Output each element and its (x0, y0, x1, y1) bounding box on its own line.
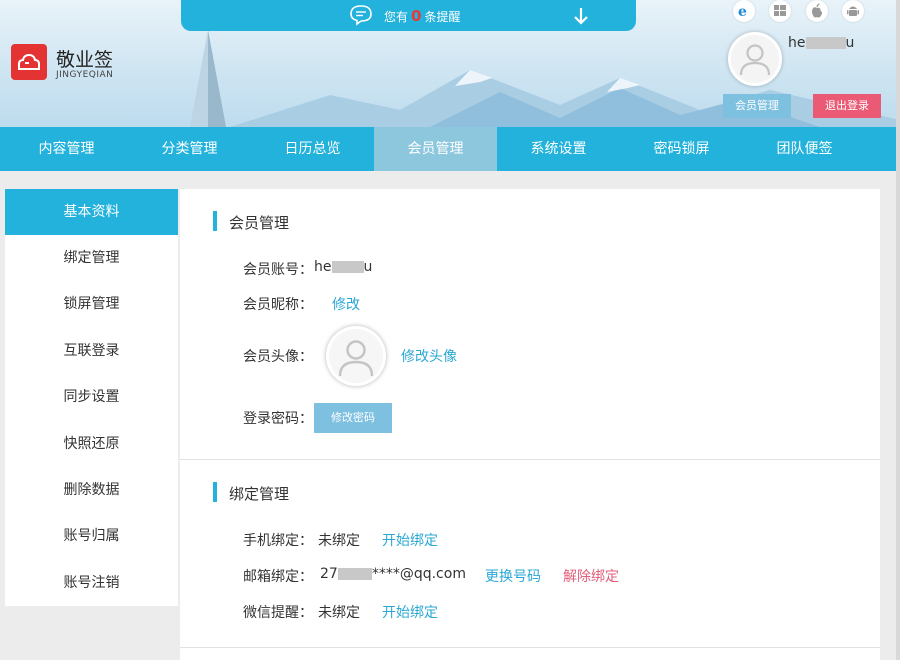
nav-item-lockscreen[interactable]: 密码锁屏 (620, 127, 743, 171)
member-section-title: 会员管理 (229, 214, 290, 232)
section-accent-bar (213, 482, 217, 502)
email-mask (337, 568, 372, 580)
logout-button[interactable]: 退出登录 (813, 94, 881, 118)
cloud-logo-icon (18, 53, 40, 70)
email-value: 27 ****@qq.com (320, 566, 466, 582)
change-email-link[interactable]: 更换号码 (485, 566, 541, 586)
change-password-button[interactable]: 修改密码 (314, 403, 392, 433)
phone-status: 未绑定 (318, 533, 360, 549)
ie-icon[interactable]: e (733, 0, 755, 22)
user-silhouette-icon (739, 44, 771, 76)
app-name-pinyin: JINGYEQIAN (56, 70, 114, 80)
sidebar-item-social-login[interactable]: 互联登录 (5, 328, 178, 374)
app-name: 敬业签 (56, 49, 114, 71)
windows-icon[interactable] (769, 0, 791, 22)
reminder-count: 0 (411, 7, 422, 25)
binding-section-title: 绑定管理 (229, 485, 290, 503)
member-avatar[interactable] (326, 326, 386, 386)
section-divider (180, 647, 880, 648)
unbind-email-link[interactable]: 解除绑定 (563, 566, 619, 586)
sidebar-item-snapshot[interactable]: 快照还原 (5, 421, 178, 467)
sidebar-item-lockscreen[interactable]: 锁屏管理 (5, 281, 178, 327)
nav-item-content[interactable]: 内容管理 (5, 127, 128, 171)
avatar-label: 会员头像： (243, 349, 313, 365)
nav-item-category[interactable]: 分类管理 (128, 127, 251, 171)
sidebar-item-delete-data[interactable]: 删除数据 (5, 467, 178, 513)
wechat-status: 未绑定 (318, 605, 360, 621)
sidebar: 基本资料 绑定管理 锁屏管理 互联登录 同步设置 快照还原 删除数据 账号归属 … (5, 189, 178, 606)
nav-item-team[interactable]: 团队便签 (743, 127, 866, 171)
edit-nickname-link[interactable]: 修改 (332, 294, 360, 314)
sidebar-item-sync[interactable]: 同步设置 (5, 374, 178, 420)
nav-item-settings[interactable]: 系统设置 (497, 127, 620, 171)
apple-icon[interactable] (806, 0, 828, 22)
member-management-button[interactable]: 会员管理 (723, 94, 791, 118)
wechat-bind-link[interactable]: 开始绑定 (382, 602, 438, 622)
reminder-bar[interactable]: 您有 0 条提醒 (181, 0, 636, 31)
password-label: 登录密码： (243, 411, 313, 427)
user-silhouette-icon (338, 340, 374, 377)
phone-bind-link[interactable]: 开始绑定 (382, 530, 438, 550)
main-nav: 内容管理 分类管理 日历总览 会员管理 系统设置 密码锁屏 团队便签 (0, 127, 900, 171)
wechat-label: 微信提醒： (243, 605, 313, 621)
nav-item-member[interactable]: 会员管理 (374, 127, 497, 171)
section-divider (180, 459, 880, 460)
header: 敬业签 JINGYEQIAN 您有 0 条提醒 e he u 会员管理 退出登录 (0, 0, 900, 127)
phone-label: 手机绑定： (243, 533, 313, 549)
sidebar-item-binding[interactable]: 绑定管理 (5, 235, 178, 281)
reminder-count-text: 您有 0 条提醒 (384, 7, 461, 25)
scrollbar[interactable] (896, 0, 900, 660)
sidebar-item-profile[interactable]: 基本资料 (5, 189, 178, 235)
account-value: he u (314, 259, 373, 275)
chat-bubble-icon (350, 5, 372, 26)
account-mask (331, 261, 364, 273)
sidebar-item-deactivate[interactable]: 账号注销 (5, 560, 178, 606)
nav-item-calendar[interactable]: 日历总览 (251, 127, 374, 171)
svg-text:e: e (738, 4, 747, 19)
email-label: 邮箱绑定： (243, 569, 313, 585)
user-avatar[interactable] (728, 32, 782, 86)
arrow-down-icon[interactable] (572, 6, 590, 26)
nickname-label: 会员昵称： (243, 297, 313, 313)
header-username: he u (788, 35, 855, 51)
edit-avatar-link[interactable]: 修改头像 (401, 346, 457, 366)
account-label: 会员账号： (243, 262, 313, 278)
username-mask (805, 37, 846, 49)
app-logo (11, 44, 47, 80)
main-panel: 会员管理 会员账号： he u 会员昵称： 修改 会员头像： 修改头像 登录密码：… (180, 189, 880, 660)
section-accent-bar (213, 211, 217, 231)
sidebar-item-ownership[interactable]: 账号归属 (5, 513, 178, 559)
android-icon[interactable] (842, 0, 864, 22)
